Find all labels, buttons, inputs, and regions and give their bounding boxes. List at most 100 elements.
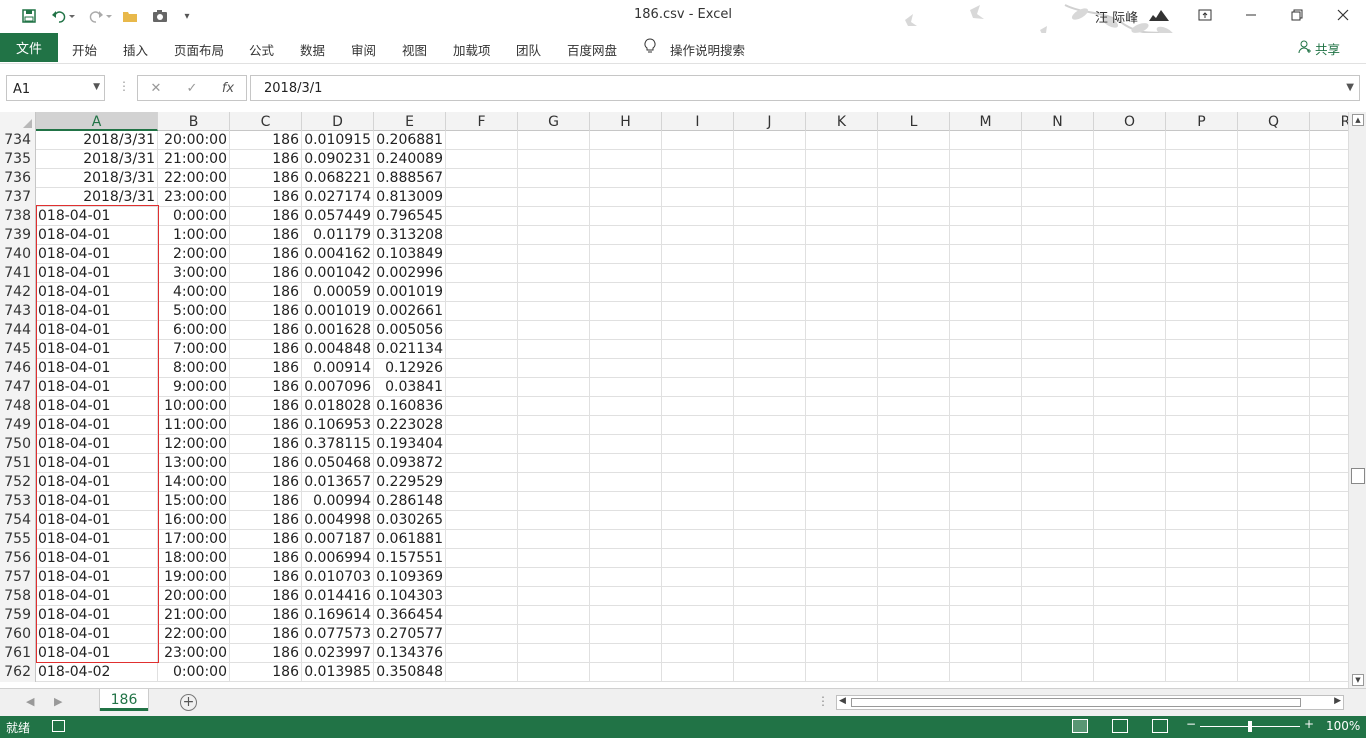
splitter-icon[interactable]: ⋮ bbox=[817, 694, 829, 708]
cell-n[interactable] bbox=[1022, 321, 1094, 340]
cell-o[interactable] bbox=[1094, 378, 1166, 397]
cell-g[interactable] bbox=[518, 397, 590, 416]
cell-a[interactable]: 018-04-01 bbox=[36, 587, 158, 606]
column-header-h[interactable]: H bbox=[590, 112, 662, 131]
cell-r[interactable] bbox=[1310, 454, 1348, 473]
cell-b[interactable]: 7:00:00 bbox=[158, 340, 230, 359]
cell-o[interactable] bbox=[1094, 606, 1166, 625]
cell-r[interactable] bbox=[1310, 568, 1348, 587]
cell-n[interactable] bbox=[1022, 644, 1094, 663]
cell-h[interactable] bbox=[590, 321, 662, 340]
tab-file[interactable]: 文件 bbox=[0, 33, 58, 62]
cell-p[interactable] bbox=[1166, 663, 1238, 682]
column-header-o[interactable]: O bbox=[1094, 112, 1166, 131]
cell-b[interactable]: 13:00:00 bbox=[158, 454, 230, 473]
cell-r[interactable] bbox=[1310, 549, 1348, 568]
cell-o[interactable] bbox=[1094, 245, 1166, 264]
column-header-a[interactable]: A bbox=[36, 112, 158, 131]
cell-p[interactable] bbox=[1166, 587, 1238, 606]
cell-q[interactable] bbox=[1238, 283, 1310, 302]
cell-h[interactable] bbox=[590, 549, 662, 568]
cell-m[interactable] bbox=[950, 644, 1022, 663]
cell-a[interactable]: 018-04-01 bbox=[36, 454, 158, 473]
cell-k[interactable] bbox=[806, 587, 878, 606]
cell-g[interactable] bbox=[518, 340, 590, 359]
cell-o[interactable] bbox=[1094, 321, 1166, 340]
cell-r[interactable] bbox=[1310, 606, 1348, 625]
cell-f[interactable] bbox=[446, 169, 518, 188]
cell-d[interactable]: 0.010915 bbox=[302, 131, 374, 150]
cell-j[interactable] bbox=[734, 131, 806, 150]
cell-p[interactable] bbox=[1166, 283, 1238, 302]
cell-h[interactable] bbox=[590, 302, 662, 321]
cell-f[interactable] bbox=[446, 644, 518, 663]
cell-n[interactable] bbox=[1022, 302, 1094, 321]
cell-o[interactable] bbox=[1094, 530, 1166, 549]
hscroll-thumb[interactable] bbox=[851, 698, 1301, 707]
row-header[interactable]: 739 bbox=[0, 226, 36, 245]
cell-a[interactable]: 018-04-01 bbox=[36, 340, 158, 359]
cell-j[interactable] bbox=[734, 302, 806, 321]
select-all-button[interactable] bbox=[0, 112, 36, 131]
cell-h[interactable] bbox=[590, 663, 662, 682]
cell-q[interactable] bbox=[1238, 359, 1310, 378]
cell-d[interactable]: 0.00059 bbox=[302, 283, 374, 302]
cell-r[interactable] bbox=[1310, 492, 1348, 511]
cell-e[interactable]: 0.021134 bbox=[374, 340, 446, 359]
cell-a[interactable]: 018-04-01 bbox=[36, 606, 158, 625]
cell-r[interactable] bbox=[1310, 397, 1348, 416]
cell-q[interactable] bbox=[1238, 568, 1310, 587]
row-header[interactable]: 741 bbox=[0, 264, 36, 283]
cell-c[interactable]: 186 bbox=[230, 131, 302, 150]
cell-r[interactable] bbox=[1310, 321, 1348, 340]
cell-d[interactable]: 0.013657 bbox=[302, 473, 374, 492]
cell-q[interactable] bbox=[1238, 549, 1310, 568]
cell-k[interactable] bbox=[806, 549, 878, 568]
cell-f[interactable] bbox=[446, 283, 518, 302]
cell-o[interactable] bbox=[1094, 150, 1166, 169]
cell-c[interactable]: 186 bbox=[230, 226, 302, 245]
cell-j[interactable] bbox=[734, 359, 806, 378]
tab-add-ins[interactable]: 加载项 bbox=[453, 40, 491, 59]
cell-h[interactable] bbox=[590, 397, 662, 416]
row-header[interactable]: 738 bbox=[0, 207, 36, 226]
cell-p[interactable] bbox=[1166, 606, 1238, 625]
cell-r[interactable] bbox=[1310, 169, 1348, 188]
cell-i[interactable] bbox=[662, 340, 734, 359]
cell-p[interactable] bbox=[1166, 378, 1238, 397]
cell-i[interactable] bbox=[662, 321, 734, 340]
column-header-e[interactable]: E bbox=[374, 112, 446, 131]
cell-c[interactable]: 186 bbox=[230, 264, 302, 283]
cell-m[interactable] bbox=[950, 435, 1022, 454]
column-header-k[interactable]: K bbox=[806, 112, 878, 131]
cell-d[interactable]: 0.068221 bbox=[302, 169, 374, 188]
cell-a[interactable]: 018-04-01 bbox=[36, 226, 158, 245]
cell-q[interactable] bbox=[1238, 321, 1310, 340]
cell-e[interactable]: 0.157551 bbox=[374, 549, 446, 568]
cell-j[interactable] bbox=[734, 397, 806, 416]
row-header[interactable]: 755 bbox=[0, 530, 36, 549]
column-header-m[interactable]: M bbox=[950, 112, 1022, 131]
cell-j[interactable] bbox=[734, 340, 806, 359]
row-header[interactable]: 747 bbox=[0, 378, 36, 397]
cell-h[interactable] bbox=[590, 587, 662, 606]
cell-c[interactable]: 186 bbox=[230, 283, 302, 302]
cell-l[interactable] bbox=[878, 340, 950, 359]
cell-a[interactable]: 018-04-01 bbox=[36, 625, 158, 644]
macro-record-icon[interactable] bbox=[52, 720, 65, 732]
cell-f[interactable] bbox=[446, 454, 518, 473]
cell-e[interactable]: 0.240089 bbox=[374, 150, 446, 169]
cell-l[interactable] bbox=[878, 568, 950, 587]
cell-d[interactable]: 0.169614 bbox=[302, 606, 374, 625]
row-header[interactable]: 734 bbox=[0, 131, 36, 150]
cell-a[interactable]: 018-04-01 bbox=[36, 492, 158, 511]
cell-p[interactable] bbox=[1166, 245, 1238, 264]
cell-k[interactable] bbox=[806, 663, 878, 682]
cell-b[interactable]: 22:00:00 bbox=[158, 169, 230, 188]
cell-i[interactable] bbox=[662, 492, 734, 511]
cell-i[interactable] bbox=[662, 530, 734, 549]
scroll-up-icon[interactable]: ▲ bbox=[1352, 114, 1364, 126]
cell-g[interactable] bbox=[518, 625, 590, 644]
cell-j[interactable] bbox=[734, 435, 806, 454]
cell-m[interactable] bbox=[950, 302, 1022, 321]
